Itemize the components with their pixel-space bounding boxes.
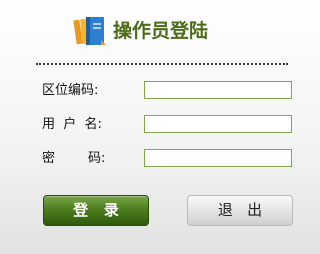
login-button[interactable]: 登 录: [43, 195, 149, 226]
page-title: 操作员登陆: [113, 20, 209, 42]
login-panel: 操作员登陆 区位编码: 用 户 名: 密 码: 登 录 退 出: [0, 0, 319, 254]
username-input[interactable]: [144, 115, 292, 133]
region-code-label: 区位编码:: [42, 83, 99, 98]
region-code-input[interactable]: [144, 81, 292, 99]
password-input[interactable]: [144, 149, 292, 167]
password-label: 密 码:: [42, 151, 106, 166]
exit-button[interactable]: 退 出: [187, 195, 293, 226]
divider: [36, 63, 288, 65]
book-stack-icon: [73, 17, 106, 45]
username-label: 用 户 名:: [42, 117, 102, 132]
